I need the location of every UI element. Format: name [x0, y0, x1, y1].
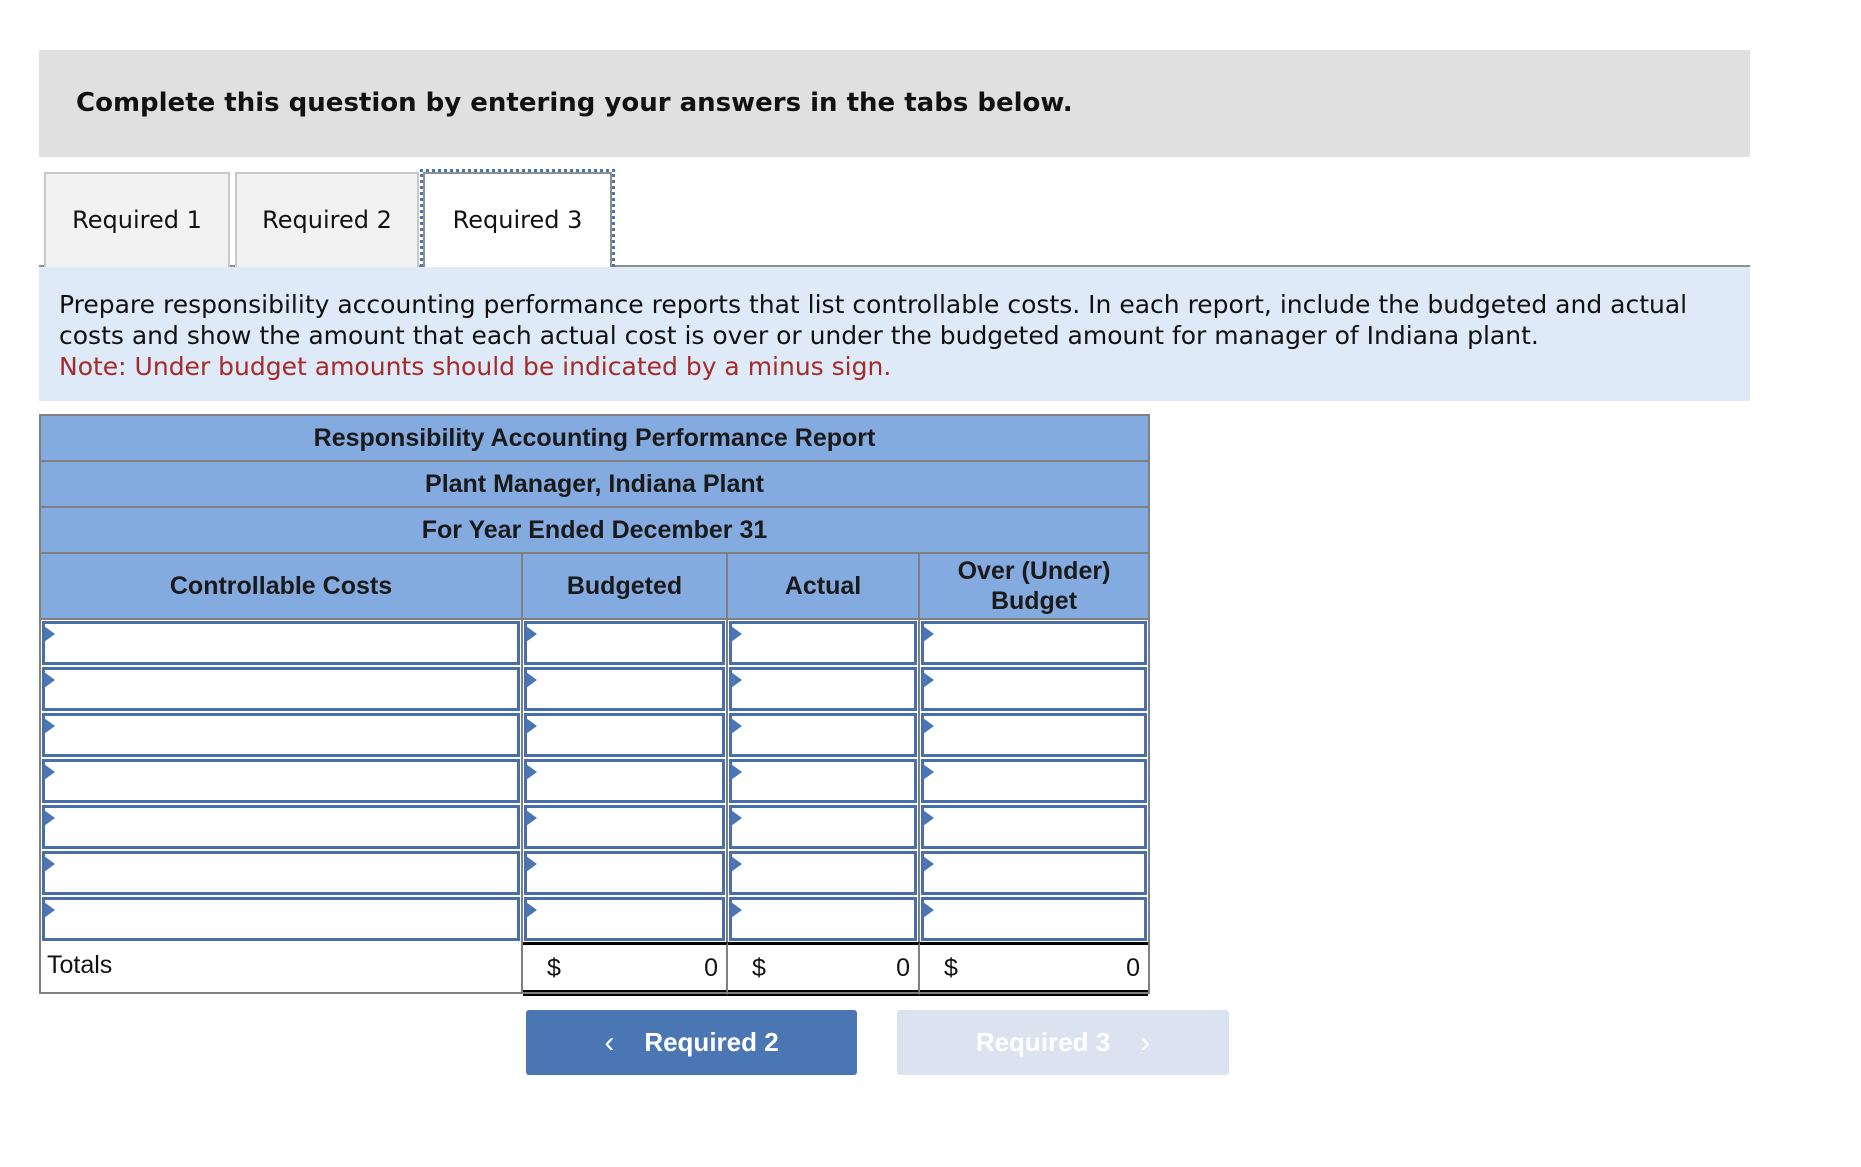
over-under-input[interactable]	[921, 713, 1147, 757]
column-header-actual: Actual	[728, 554, 920, 618]
over-under-input[interactable]	[921, 851, 1147, 895]
actual-input[interactable]	[729, 621, 917, 665]
actual-input[interactable]	[729, 713, 917, 757]
actual-input[interactable]	[729, 851, 917, 895]
tab-required-2[interactable]: Required 2	[235, 172, 419, 267]
currency-symbol: $	[547, 954, 561, 982]
table-cell	[920, 804, 1148, 850]
table-cell	[920, 758, 1148, 804]
table-row	[41, 758, 1148, 804]
cost-name-input[interactable]	[42, 897, 520, 941]
table-cell	[728, 896, 920, 942]
column-header-controllable-costs: Controllable Costs	[41, 554, 523, 618]
total-actual-value: 0	[896, 954, 910, 982]
total-budgeted-value: 0	[704, 954, 718, 982]
table-cell	[41, 850, 523, 896]
over-under-input[interactable]	[921, 621, 1147, 665]
table-cell	[728, 850, 920, 896]
table-row	[41, 804, 1148, 850]
table-cell	[523, 712, 728, 758]
table-cell	[728, 758, 920, 804]
chevron-left-icon: ‹	[604, 1025, 615, 1059]
table-cell	[920, 850, 1148, 896]
table-row	[41, 666, 1148, 712]
table-cell	[41, 758, 523, 804]
actual-input[interactable]	[729, 897, 917, 941]
table-cell	[523, 666, 728, 712]
table-row	[41, 850, 1148, 896]
chevron-right-icon: ›	[1140, 1025, 1151, 1059]
performance-report-table: Responsibility Accounting Performance Re…	[39, 414, 1150, 996]
budgeted-input[interactable]	[524, 897, 725, 941]
table-cell	[523, 896, 728, 942]
total-over-under: $ 0	[920, 942, 1148, 996]
totals-label: Totals	[41, 942, 523, 992]
table-cell	[523, 804, 728, 850]
table-cell	[728, 804, 920, 850]
table-cell	[41, 804, 523, 850]
budgeted-input[interactable]	[524, 851, 725, 895]
table-cell	[728, 666, 920, 712]
cost-name-input[interactable]	[42, 667, 520, 711]
table-cell	[523, 758, 728, 804]
tab-required-3[interactable]: Required 3	[420, 169, 615, 272]
tab-required-1[interactable]: Required 1	[44, 172, 230, 267]
budgeted-input[interactable]	[524, 621, 725, 665]
budgeted-input[interactable]	[524, 713, 725, 757]
column-headers: Controllable Costs Budgeted Actual Over …	[41, 554, 1148, 620]
budgeted-input[interactable]	[524, 805, 725, 849]
total-over-under-value: 0	[1126, 954, 1140, 982]
table-cell	[41, 712, 523, 758]
table-cell	[41, 620, 523, 666]
report-title: Responsibility Accounting Performance Re…	[41, 416, 1148, 462]
instructions-note: Note: Under budget amounts should be ind…	[59, 352, 892, 381]
over-under-input[interactable]	[921, 759, 1147, 803]
column-header-over-under: Over (Under) Budget	[957, 557, 1111, 615]
table-cell	[920, 712, 1148, 758]
total-budgeted: $ 0	[523, 942, 728, 996]
banner-text: Complete this question by entering your …	[76, 88, 1073, 118]
table-cell	[523, 850, 728, 896]
table-row	[41, 712, 1148, 758]
prev-required-2-button[interactable]: ‹ Required 2	[526, 1010, 857, 1075]
report-subtitle: Plant Manager, Indiana Plant	[41, 462, 1148, 508]
table-cell	[920, 896, 1148, 942]
table-cell	[920, 666, 1148, 712]
next-button-label: Required 3	[975, 1027, 1111, 1057]
table-cell	[728, 620, 920, 666]
budgeted-input[interactable]	[524, 759, 725, 803]
over-under-input[interactable]	[921, 667, 1147, 711]
currency-symbol: $	[752, 954, 766, 982]
total-actual: $ 0	[728, 942, 920, 996]
over-under-input[interactable]	[921, 897, 1147, 941]
cost-name-input[interactable]	[42, 713, 520, 757]
instructions-text: Prepare responsibility accounting perfor…	[59, 290, 1688, 350]
table-cell	[41, 896, 523, 942]
totals-row: Totals $ 0 $ 0 $ 0	[41, 942, 1148, 996]
tab-bar: Required 1 Required 2 Required 3	[39, 169, 1750, 272]
instructions-banner: Complete this question by entering your …	[39, 50, 1750, 157]
currency-symbol: $	[944, 954, 958, 982]
actual-input[interactable]	[729, 759, 917, 803]
input-rows	[41, 620, 1148, 942]
budgeted-input[interactable]	[524, 667, 725, 711]
prev-button-label: Required 2	[644, 1027, 779, 1057]
cost-name-input[interactable]	[42, 759, 520, 803]
column-header-budgeted: Budgeted	[523, 554, 728, 618]
table-cell	[523, 620, 728, 666]
actual-input[interactable]	[729, 805, 917, 849]
actual-input[interactable]	[729, 667, 917, 711]
table-cell	[728, 712, 920, 758]
cost-name-input[interactable]	[42, 851, 520, 895]
cost-name-input[interactable]	[42, 621, 520, 665]
over-under-input[interactable]	[921, 805, 1147, 849]
next-required-3-button[interactable]: Required 3 ›	[897, 1010, 1229, 1075]
cost-name-input[interactable]	[42, 805, 520, 849]
table-cell	[920, 620, 1148, 666]
table-row	[41, 896, 1148, 942]
table-cell	[41, 666, 523, 712]
table-row	[41, 620, 1148, 666]
question-instructions: Prepare responsibility accounting perfor…	[39, 267, 1750, 401]
report-period: For Year Ended December 31	[41, 508, 1148, 554]
